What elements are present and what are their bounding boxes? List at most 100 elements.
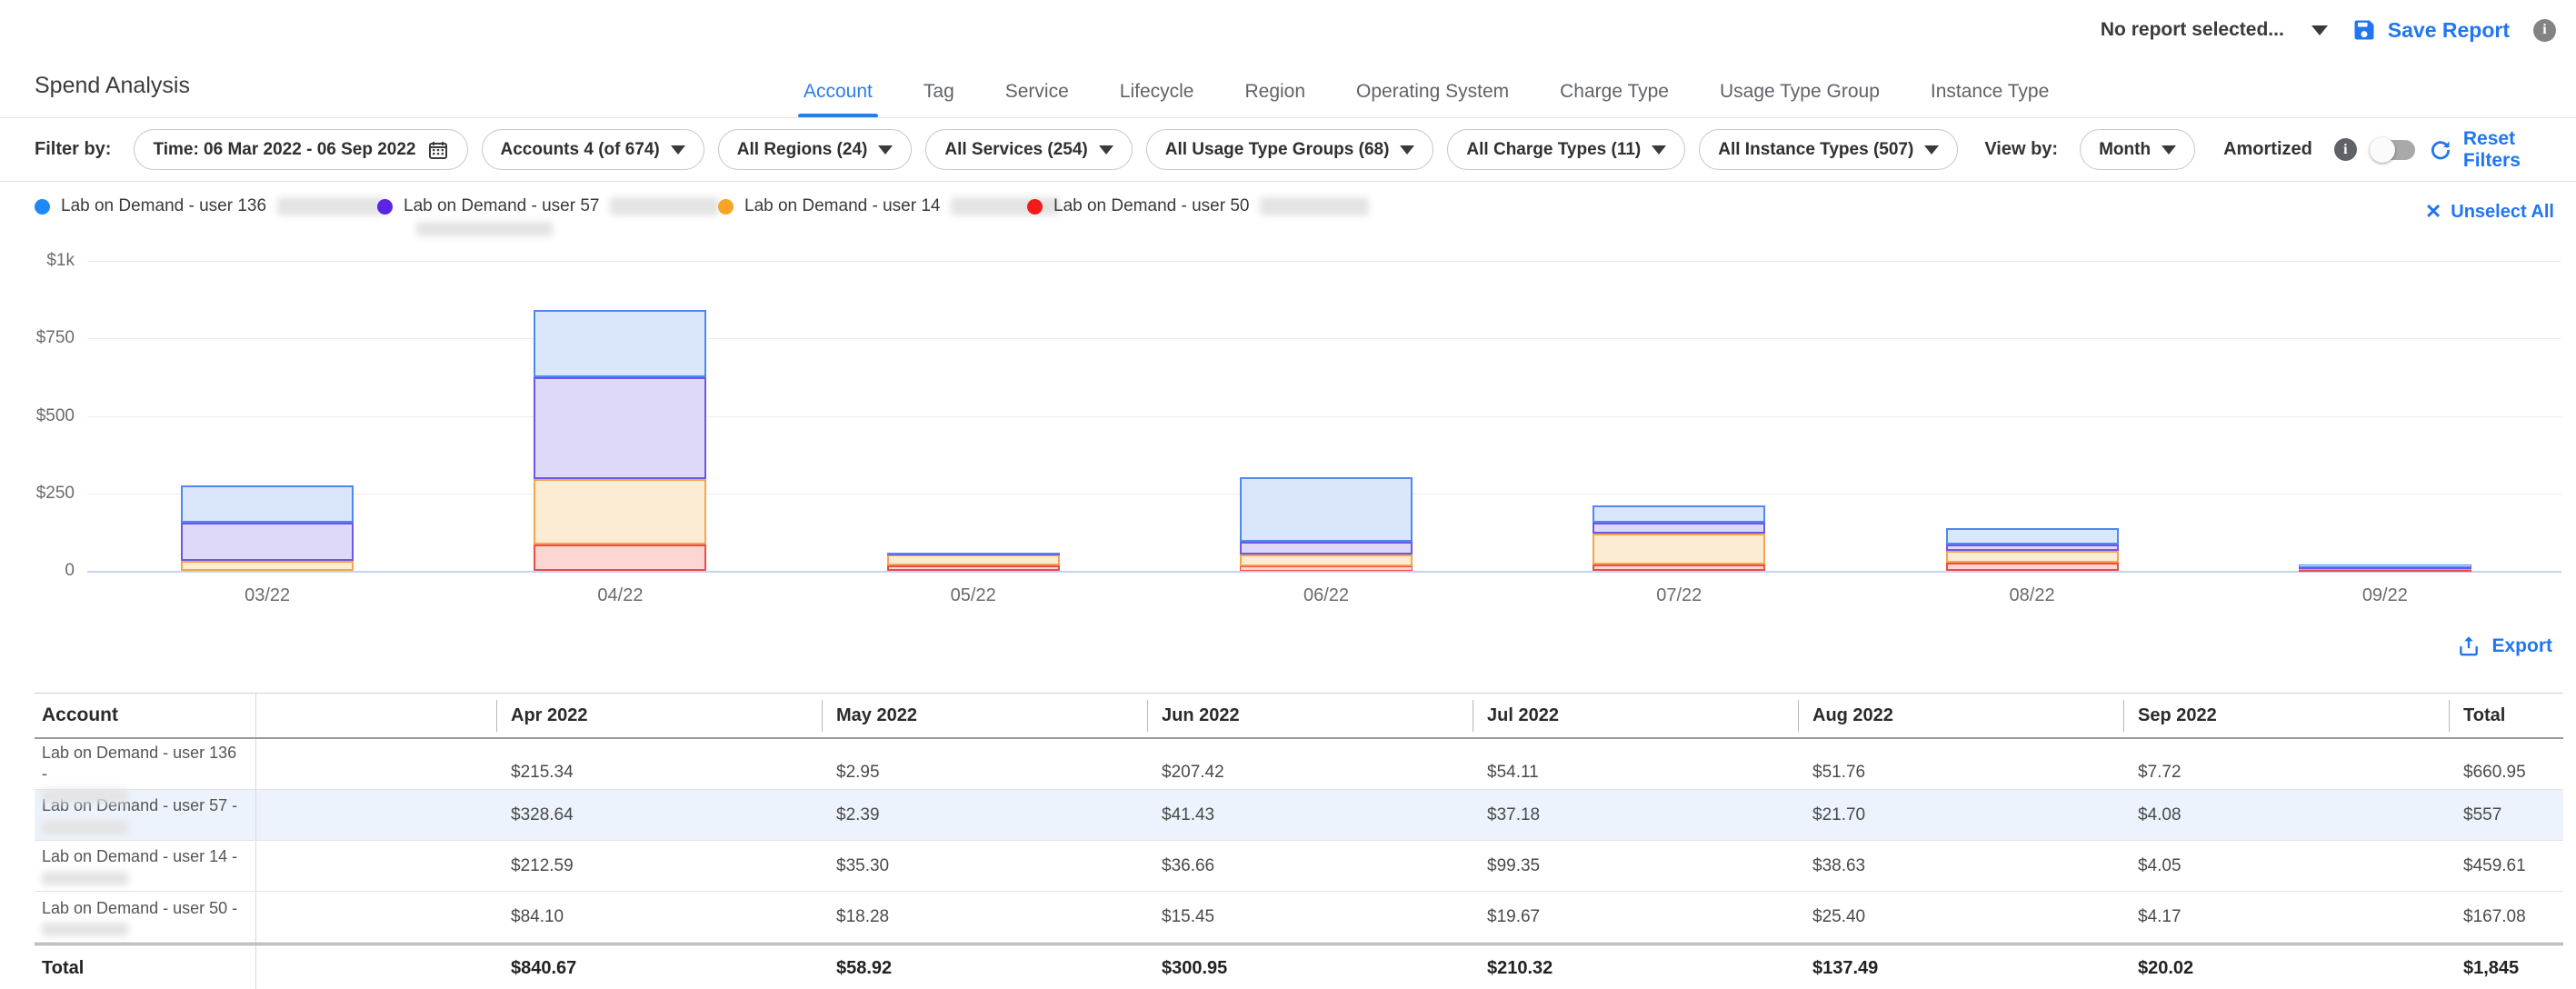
value-cell-sep-2022: $4.08 (2123, 805, 2449, 825)
bar-segment-lab-on-demand-user-14-06-22[interactable] (1240, 554, 1413, 566)
bar-segment-lab-on-demand-user-57-07-22[interactable] (1593, 523, 1765, 534)
legend-item-lab-on-demand-user-136[interactable]: Lab on Demand - user 136 (35, 196, 386, 216)
column-header-jun-2022[interactable]: Jun 2022 (1147, 700, 1473, 732)
bar-segment-lab-on-demand-user-136-08-22[interactable] (1946, 528, 2119, 544)
bar-segment-lab-on-demand-user-14-08-22[interactable] (1946, 551, 2119, 563)
bar-segment-lab-on-demand-user-50-08-22[interactable] (1946, 563, 2119, 571)
bar-segment-lab-on-demand-user-50-06-22[interactable] (1240, 566, 1413, 571)
info-icon[interactable]: i (2533, 19, 2556, 42)
value-cell-jun-2022: $15.45 (1147, 907, 1473, 927)
bar-segment-lab-on-demand-user-50-07-22[interactable] (1593, 564, 1765, 571)
bar-segment-lab-on-demand-user-136-06-22[interactable] (1240, 477, 1413, 542)
bar-segment-lab-on-demand-user-14-05-22[interactable] (887, 554, 1060, 565)
amortized-toggle[interactable] (2373, 140, 2415, 160)
legend-dot-icon (718, 199, 734, 215)
y-axis-tick: $750 (0, 328, 75, 348)
bar-segment-lab-on-demand-user-14-07-22[interactable] (1593, 534, 1765, 564)
amortized-info-icon[interactable]: i (2334, 138, 2357, 161)
time-filter[interactable]: Time: 06 Mar 2022 - 06 Sep 2022 (134, 129, 467, 170)
reset-filters-button[interactable]: Reset Filters (2429, 128, 2554, 172)
bar-segment-lab-on-demand-user-14-04-22[interactable] (534, 479, 706, 544)
value-cell-aug-2022: $38.63 (1798, 856, 2123, 876)
column-header-may-2022[interactable]: May 2022 (822, 700, 1147, 732)
legend-item-lab-on-demand-user-14[interactable]: Lab on Demand - user 14 (718, 196, 1060, 216)
table-row[interactable]: Lab on Demand - user 136 -$215.34$2.95$2… (35, 739, 2563, 790)
tab-region[interactable]: Region (1239, 65, 1311, 118)
table-row[interactable]: Lab on Demand - user 50 -$84.10$18.28$15… (35, 892, 2563, 943)
column-header-account[interactable]: Account (35, 694, 256, 737)
bar-segment-lab-on-demand-user-57-03-22[interactable] (181, 523, 354, 560)
redacted-text (610, 197, 719, 215)
legend-item-lab-on-demand-user-57[interactable]: Lab on Demand - user 57 (377, 196, 719, 216)
filter-bar: Filter by: Time: 06 Mar 2022 - 06 Sep 20… (0, 118, 2576, 182)
spend-bar-chart: $1k$750$500$250003/2204/2205/2206/2207/2… (0, 245, 2576, 618)
x-axis-tick: 07/22 (1606, 585, 1752, 606)
bar-segment-lab-on-demand-user-136-07-22[interactable] (1593, 505, 1765, 522)
legend-dot-icon (377, 199, 393, 215)
caret-down-icon (1652, 145, 1666, 155)
legend-item-lab-on-demand-user-50[interactable]: Lab on Demand - user 50 (1027, 196, 1369, 216)
usage-type-groups-filter[interactable]: All Usage Type Groups (68) (1146, 129, 1434, 170)
tab-service[interactable]: Service (1000, 65, 1074, 118)
value-cell-may-2022: $2.95 (822, 763, 1147, 783)
bar-segment-lab-on-demand-user-57-04-22[interactable] (534, 377, 706, 479)
table-row[interactable]: Lab on Demand - user 57 -$328.64$2.39$41… (35, 790, 2563, 841)
total-value-cell-total: $1,845 (2449, 958, 2563, 979)
account-name: Lab on Demand - user 14 - (42, 846, 246, 867)
legend-label: Lab on Demand - user 57 (404, 196, 599, 216)
charge-types-filter[interactable]: All Charge Types (11) (1447, 129, 1685, 170)
value-cell-sep-2022: $4.17 (2123, 907, 2449, 927)
usage-type-groups-filter-label: All Usage Type Groups (68) (1165, 140, 1390, 160)
bar-segment-lab-on-demand-user-57-06-22[interactable] (1240, 542, 1413, 554)
value-cell-jul-2022: $37.18 (1473, 805, 1798, 825)
total-value-cell-sep-2022: $20.02 (2123, 958, 2449, 979)
redacted-text (42, 872, 128, 885)
table-header-row: Account Apr 2022May 2022Jun 2022Jul 2022 A… (35, 694, 2563, 739)
column-header-label: Jul 2022 (1473, 700, 1559, 732)
column-header-apr-2022[interactable]: Apr 2022 (496, 700, 822, 732)
x-axis-tick: 05/22 (901, 585, 1046, 606)
regions-filter[interactable]: All Regions (24) (718, 129, 913, 170)
value-cell-apr-2022: $84.10 (496, 907, 822, 927)
bar-segment-lab-on-demand-user-136-09-22[interactable] (2299, 564, 2471, 567)
report-selector-dropdown[interactable]: No report selected... (2101, 19, 2328, 41)
caret-down-icon (2311, 25, 2328, 35)
bar-segment-lab-on-demand-user-50-04-22[interactable] (534, 544, 706, 571)
unselect-all-button[interactable]: ✕ Unselect All (2425, 200, 2554, 224)
bar-segment-lab-on-demand-user-57-08-22[interactable] (1946, 544, 2119, 551)
tab-operating-system[interactable]: Operating System (1351, 65, 1514, 118)
column-header-aug-2022[interactable]: Aug 2022 (1798, 700, 2123, 732)
tab-instance-type[interactable]: Instance Type (1925, 65, 2054, 118)
tab-lifecycle[interactable]: Lifecycle (1114, 65, 1200, 118)
bar-segment-lab-on-demand-user-57-09-22[interactable] (2299, 567, 2471, 569)
table-row[interactable]: Lab on Demand - user 14 -$212.59$35.30$3… (35, 841, 2563, 892)
column-header-jul-2022[interactable]: Jul 2022 (1473, 700, 1798, 732)
caret-down-icon (1924, 145, 1939, 155)
bar-segment-lab-on-demand-user-50-05-22[interactable] (887, 565, 1060, 571)
unselect-all-label: Unselect All (2451, 202, 2554, 223)
bar-segment-lab-on-demand-user-14-03-22[interactable] (181, 561, 354, 571)
tab-tag[interactable]: Tag (918, 65, 960, 118)
bar-segment-lab-on-demand-user-136-05-22[interactable] (887, 553, 1060, 554)
legend-label: Lab on Demand - user 50 (1053, 196, 1249, 216)
total-label-cell: Total (35, 945, 256, 989)
bar-segment-lab-on-demand-user-136-03-22[interactable] (181, 485, 354, 523)
accounts-filter[interactable]: Accounts 4 (of 674) (482, 129, 704, 170)
column-header-sep-2022[interactable]: Sep 2022 (2123, 700, 2449, 732)
export-button[interactable]: Export (2457, 634, 2552, 658)
value-cell-apr-2022: $212.59 (496, 856, 822, 876)
bar-segment-lab-on-demand-user-136-04-22[interactable] (534, 310, 706, 376)
save-report-button[interactable]: Save Report (2351, 17, 2510, 43)
column-header-total[interactable]: Total (2449, 700, 2563, 732)
value-cell-jun-2022: $41.43 (1147, 805, 1473, 825)
export-label: Export (2491, 635, 2552, 657)
y-axis-tick: $250 (0, 484, 75, 504)
column-header-label: Sep 2022 (2123, 700, 2217, 732)
tab-charge-type[interactable]: Charge Type (1554, 65, 1674, 118)
tab-account[interactable]: Account (798, 65, 878, 118)
view-by-dropdown[interactable]: Month (2080, 129, 2195, 170)
value-cell-may-2022: $18.28 (822, 907, 1147, 927)
tab-usage-type-group[interactable]: Usage Type Group (1714, 65, 1885, 118)
services-filter[interactable]: All Services (254) (925, 129, 1132, 170)
instance-types-filter[interactable]: All Instance Types (507) (1699, 129, 1958, 170)
